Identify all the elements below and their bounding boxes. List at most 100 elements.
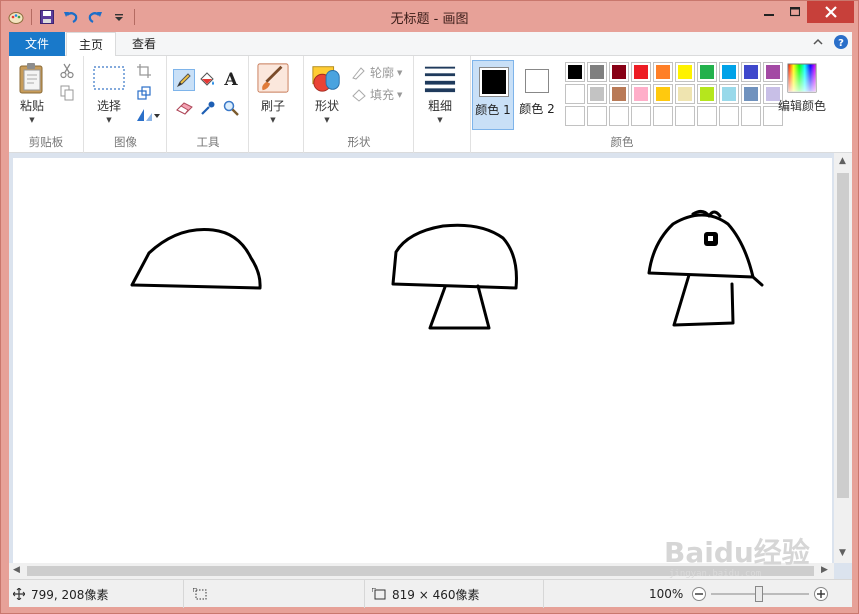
- drawn-eye-highlight: [708, 236, 713, 241]
- work-area: ▲ ▼ ◀ ▶: [9, 153, 852, 579]
- palette-swatch[interactable]: [631, 84, 651, 104]
- color-picker-icon[interactable]: [199, 99, 217, 117]
- scroll-left-icon[interactable]: ◀: [13, 565, 20, 575]
- palette-swatch-color: [744, 87, 758, 101]
- outline-button[interactable]: 轮廓 ▼: [351, 64, 402, 81]
- select-dropdown-icon[interactable]: ▼: [106, 116, 111, 124]
- fill-bucket-icon[interactable]: [198, 71, 216, 89]
- outline-icon: [352, 66, 365, 80]
- palette-swatch[interactable]: [653, 62, 673, 82]
- palette-swatch[interactable]: [697, 106, 717, 126]
- cut-icon[interactable]: [58, 62, 76, 80]
- minimize-button[interactable]: [758, 1, 780, 23]
- shapes-button[interactable]: 形状 ▼: [311, 62, 343, 124]
- color1-button[interactable]: 颜色 1: [472, 60, 514, 130]
- magnifier-icon[interactable]: [222, 99, 240, 117]
- paste-label: 粘贴: [19, 99, 44, 113]
- help-icon[interactable]: ?: [833, 34, 849, 53]
- palette-swatch-color: [678, 87, 692, 101]
- drawing-canvas[interactable]: [13, 158, 832, 563]
- image-group-label: 图像: [114, 135, 137, 149]
- palette-swatch[interactable]: [653, 106, 673, 126]
- palette-swatch[interactable]: [741, 106, 761, 126]
- palette-swatch[interactable]: [587, 62, 607, 82]
- tab-file[interactable]: 文件: [9, 32, 65, 56]
- zoom-out-button[interactable]: [692, 587, 706, 601]
- zoom-level: 100%: [649, 587, 684, 601]
- close-icon: [824, 6, 837, 18]
- tab-home[interactable]: 主页: [66, 32, 116, 57]
- vertical-scroll-thumb[interactable]: [837, 173, 849, 498]
- vertical-scrollbar[interactable]: ▲ ▼: [834, 153, 852, 563]
- edit-colors-button[interactable]: 编辑颜色: [778, 62, 826, 114]
- palette-swatch[interactable]: [565, 106, 585, 126]
- fill-label: 填充: [370, 88, 395, 102]
- zoom-slider-thumb[interactable]: [755, 586, 763, 602]
- group-colors: 颜色 1 颜色 2 编辑颜色 颜色: [472, 56, 852, 153]
- eraser-icon[interactable]: [176, 99, 194, 117]
- window-title: 无标题 - 画图: [390, 12, 469, 27]
- palette-swatch[interactable]: [697, 84, 717, 104]
- crop-icon[interactable]: [135, 62, 153, 80]
- paste-dropdown-icon[interactable]: ▼: [29, 116, 34, 124]
- palette-swatch[interactable]: [587, 106, 607, 126]
- palette-swatch[interactable]: [741, 84, 761, 104]
- scroll-up-icon[interactable]: ▲: [839, 156, 846, 166]
- color1-swatch: [482, 70, 506, 94]
- paint-window: 无标题 - 画图 文件 主页 查看 ? 粘贴 ▼ 剪贴板 选择 ▼ 图像 A 工…: [0, 0, 859, 614]
- resize-icon[interactable]: [135, 84, 153, 102]
- group-brushes: 刷子 ▼: [250, 56, 304, 153]
- text-tool-icon[interactable]: A: [222, 70, 240, 90]
- palette-swatch[interactable]: [697, 62, 717, 82]
- palette-swatch[interactable]: [631, 62, 651, 82]
- select-label: 选择: [96, 99, 121, 113]
- palette-swatch[interactable]: [565, 62, 585, 82]
- palette-swatch[interactable]: [609, 84, 629, 104]
- group-size: 粗细 ▼: [415, 56, 471, 153]
- paste-button[interactable]: 粘贴 ▼: [16, 62, 48, 124]
- palette-swatch[interactable]: [609, 62, 629, 82]
- brush-button[interactable]: 刷子 ▼: [257, 62, 289, 124]
- shapes-group-label: 形状: [347, 135, 371, 149]
- palette-swatch[interactable]: [631, 106, 651, 126]
- copy-icon[interactable]: [58, 84, 76, 102]
- palette-swatch[interactable]: [675, 62, 695, 82]
- color2-button[interactable]: 颜色 2: [516, 60, 558, 130]
- palette-swatch[interactable]: [741, 62, 761, 82]
- minimize-ribbon-icon[interactable]: [813, 36, 823, 50]
- ribbon-tab-bar: 文件 主页 查看 ?: [9, 32, 852, 57]
- brush-label: 刷子: [260, 99, 285, 113]
- palette-swatch[interactable]: [653, 84, 673, 104]
- palette-swatch[interactable]: [719, 106, 739, 126]
- brush-dropdown-icon[interactable]: ▼: [270, 116, 275, 124]
- palette-swatch[interactable]: [719, 62, 739, 82]
- select-button[interactable]: 选择 ▼: [93, 62, 125, 124]
- scroll-right-icon[interactable]: ▶: [821, 565, 828, 575]
- palette-swatch-color: [744, 65, 758, 79]
- drawn-mushroom-stem-2: [428, 284, 491, 330]
- minimize-icon: [764, 14, 774, 16]
- zoom-in-button[interactable]: [814, 587, 828, 601]
- tools-group-label: 工具: [196, 135, 220, 149]
- palette-swatch-color: [656, 65, 670, 79]
- palette-swatch-color: [656, 87, 670, 101]
- shapes-dropdown-icon[interactable]: ▼: [324, 116, 329, 124]
- palette-swatch[interactable]: [609, 106, 629, 126]
- rotate-icon[interactable]: [135, 106, 161, 124]
- size-dropdown-icon[interactable]: ▼: [437, 116, 442, 124]
- tab-view[interactable]: 查看: [119, 32, 169, 56]
- palette-swatch[interactable]: [587, 84, 607, 104]
- color2-swatch: [528, 72, 546, 90]
- palette-swatch-color: [678, 109, 692, 123]
- pencil-icon[interactable]: [173, 69, 195, 91]
- scroll-down-icon[interactable]: ▼: [839, 548, 846, 558]
- maximize-button[interactable]: [784, 1, 806, 23]
- close-button[interactable]: [807, 1, 854, 23]
- size-button[interactable]: 粗细 ▼: [424, 62, 456, 124]
- fill-button[interactable]: 填充 ▼: [351, 86, 402, 103]
- palette-swatch[interactable]: [719, 84, 739, 104]
- cursor-position-icon: [13, 588, 25, 600]
- palette-swatch[interactable]: [565, 84, 585, 104]
- palette-swatch[interactable]: [675, 106, 695, 126]
- palette-swatch[interactable]: [675, 84, 695, 104]
